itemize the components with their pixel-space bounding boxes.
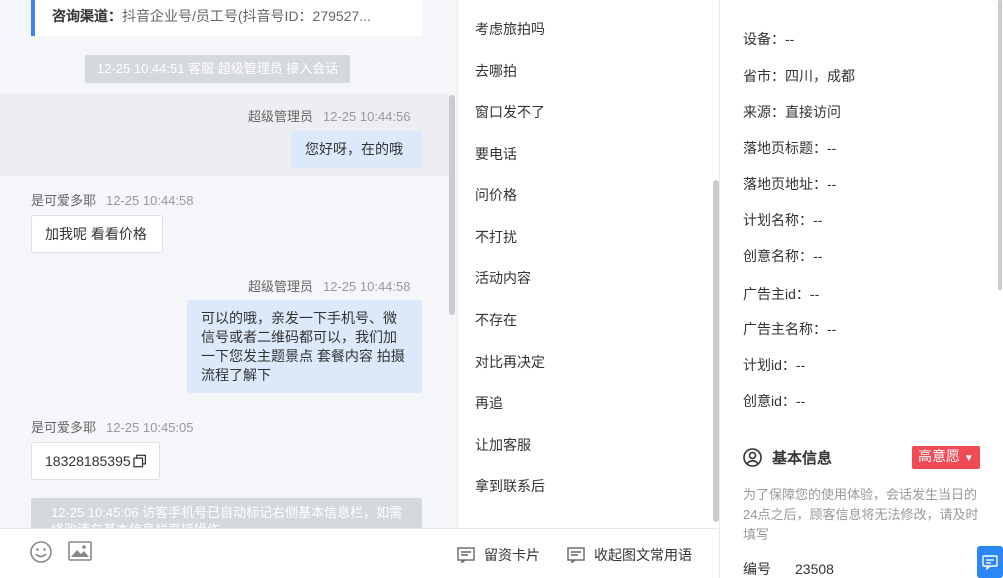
info-row-source: 来源：直接访问 (743, 102, 841, 122)
copy-icon[interactable] (132, 454, 146, 468)
message-meta: 是可爱多耶 12-25 10:44:58 (31, 190, 193, 209)
collapse-phrases-button[interactable]: 收起图文常用语 (567, 545, 692, 565)
channel-card: 咨询渠道：抖音企业号/员工号(抖音号ID：279527... (31, 0, 422, 36)
info-label: 落地页地址： (743, 176, 827, 192)
message-meta: 是可爱多耶 12-25 10:45:05 (31, 417, 193, 436)
sender-name: 超级管理员 (248, 109, 314, 124)
visitor-info-panel: 设备：-- 省市：四川，成都 来源：直接访问 落地页标题：-- 落地页地址：--… (719, 0, 1003, 578)
quick-reply-item[interactable]: 不存在 (475, 310, 517, 330)
info-value: -- (827, 140, 837, 156)
info-value: -- (795, 393, 806, 409)
system-message-join: 12-25 10:44:51 客服 超级管理员 接入会话 (85, 55, 351, 83)
info-scrollbar[interactable] (998, 0, 1002, 290)
info-row-city: 省市：四川，成都 (743, 66, 855, 86)
info-value: 四川，成都 (785, 68, 855, 84)
message-time: 12-25 10:44:58 (106, 193, 194, 208)
quick-reply-item[interactable]: 要电话 (475, 144, 517, 164)
user-icon (743, 448, 762, 467)
image-icon[interactable] (68, 540, 94, 564)
info-value: -- (785, 31, 795, 47)
info-row-landing-url: 落地页地址：-- (743, 174, 836, 194)
info-value: -- (827, 321, 837, 337)
message-bubble-agent: 可以的哦，亲发一下手机号、微信号或者二维码都可以，我们加一下您发主题景点 套餐内… (187, 300, 422, 393)
info-label: 计划id： (743, 357, 796, 373)
basic-info-title: 基本信息 (772, 450, 833, 467)
quick-reply-item[interactable]: 不打扰 (475, 227, 517, 247)
intent-badge[interactable]: 高意愿 ▼ (912, 446, 980, 469)
info-label: 设备： (743, 31, 785, 47)
message-bubble-visitor: 加我呢 看看价格 (31, 215, 163, 253)
quick-reply-item[interactable]: 窗口发不了 (475, 102, 545, 122)
quick-reply-item[interactable]: 让加客服 (475, 435, 531, 455)
system-message-phone: 12-25 10:45:06 访客手机号已自动标记右侧基本信息栏，如需修改请在基… (31, 498, 422, 528)
chat-toolbar: 留资卡片 收起图文常用语 (0, 528, 718, 578)
info-value: -- (813, 248, 823, 264)
info-label: 省市： (743, 68, 785, 84)
intent-label: 高意愿 (918, 448, 960, 464)
quick-reply-item[interactable]: 去哪拍 (475, 61, 517, 81)
info-value: 23508 (795, 561, 834, 577)
info-label: 广告主id： (743, 286, 810, 302)
info-row-creative-id: 创意id：-- (743, 391, 805, 411)
message-bubble-visitor: 18328185395 (31, 442, 160, 480)
lead-card-label: 留资卡片 (484, 547, 540, 563)
quick-reply-item[interactable]: 对比再决定 (475, 352, 545, 372)
info-label: 落地页标题： (743, 140, 827, 156)
message-meta: 超级管理员 12-25 10:44:56 (248, 106, 410, 125)
message-time: 12-25 10:45:05 (106, 420, 194, 435)
info-row-device: 设备：-- (743, 29, 794, 49)
info-row-plan-id: 计划id：-- (743, 355, 805, 375)
info-row-advertiser-id: 广告主id：-- (743, 284, 819, 304)
message-time: 12-25 10:44:56 (323, 109, 411, 124)
info-value: -- (813, 212, 823, 228)
sender-name: 是可爱多耶 (31, 420, 97, 435)
info-row-landing-title: 落地页标题：-- (743, 138, 836, 158)
card-icon (457, 547, 475, 563)
edit-notice: 为了保障您的使用体验，会话发生当日的24点之后，顾客信息将无法修改，请及时填写 (743, 487, 979, 542)
info-value: -- (827, 176, 837, 192)
info-label: 编号 (743, 561, 771, 577)
message-bubble-agent: 您好呀，在的哦 (291, 131, 422, 168)
info-label: 创意名称： (743, 248, 813, 264)
chat-panel: 咨询渠道：抖音企业号/员工号(抖音号ID：279527... 12-25 10:… (0, 0, 457, 528)
channel-label: 咨询渠道： (52, 8, 122, 24)
info-row-creative-name: 创意名称：-- (743, 246, 822, 266)
lead-card-button[interactable]: 留资卡片 (457, 545, 540, 565)
info-value: 直接访问 (785, 104, 841, 120)
quick-reply-item[interactable]: 拿到联系后 (475, 476, 545, 496)
message-time: 12-25 10:44:58 (323, 279, 411, 294)
collapse-phrases-label: 收起图文常用语 (594, 547, 692, 563)
sender-name: 超级管理员 (248, 279, 314, 294)
emoji-icon[interactable] (29, 540, 55, 564)
info-value: -- (795, 357, 806, 373)
info-row-id: 编号 23508 (743, 559, 834, 578)
info-row-advertiser-name: 广告主名称：-- (743, 319, 836, 339)
sender-name: 是可爱多耶 (31, 193, 97, 208)
message-meta: 超级管理员 12-25 10:44:58 (248, 276, 410, 295)
message-icon (567, 547, 585, 563)
caret-down-icon: ▼ (963, 453, 974, 464)
basic-info-heading: 基本信息 (743, 447, 832, 468)
chat-scrollbar[interactable] (449, 95, 455, 315)
info-label: 来源： (743, 104, 785, 120)
quick-reply-item[interactable]: 问价格 (475, 185, 517, 205)
quick-reply-list: 考虑旅拍吗 去哪拍 窗口发不了 要电话 问价格 不打扰 活动内容 不存在 对比再… (457, 0, 719, 528)
quick-reply-item[interactable]: 再追 (475, 393, 503, 413)
phone-number: 18328185395 (45, 452, 131, 469)
chat-float-button[interactable] (977, 546, 1003, 578)
channel-value: 抖音企业号/员工号(抖音号ID：279527... (122, 8, 371, 24)
info-row-plan-name: 计划名称：-- (743, 210, 822, 230)
info-value: -- (809, 286, 820, 302)
info-label: 广告主名称： (743, 321, 827, 337)
info-label: 创意id： (743, 393, 796, 409)
info-label: 计划名称： (743, 212, 813, 228)
quick-reply-item[interactable]: 考虑旅拍吗 (475, 19, 545, 39)
chat-icon (982, 555, 998, 570)
quick-reply-item[interactable]: 活动内容 (475, 268, 531, 288)
